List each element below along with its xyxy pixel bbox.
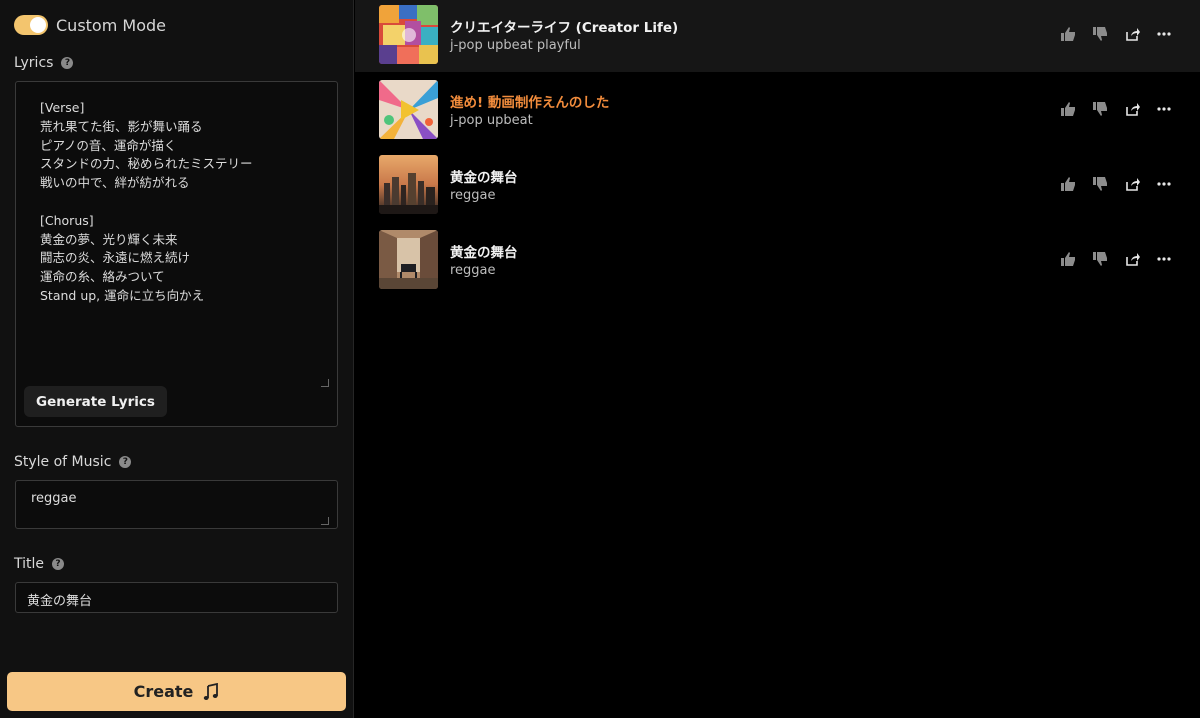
song-title[interactable]: クリエイターライフ (Creator Life) xyxy=(450,16,678,36)
song-cover-image[interactable] xyxy=(379,230,438,289)
resize-handle-icon[interactable] xyxy=(321,379,329,387)
thumbs-down-icon[interactable] xyxy=(1092,26,1108,42)
song-actions xyxy=(1060,26,1172,42)
song-tags[interactable]: reggae xyxy=(450,188,496,203)
resize-handle-icon[interactable] xyxy=(321,517,329,525)
more-options-icon[interactable] xyxy=(1156,26,1172,42)
help-icon[interactable]: ? xyxy=(61,57,74,69)
song-cover-image[interactable] xyxy=(379,5,438,64)
thumbs-up-icon[interactable] xyxy=(1060,251,1076,267)
custom-mode-row[interactable]: Custom Mode xyxy=(14,13,166,37)
create-panel: Custom Mode Lyrics ? [Verse] 荒れ果てた街、影が舞い… xyxy=(0,0,354,718)
song-cover-image[interactable] xyxy=(379,80,438,139)
song-actions xyxy=(1060,101,1172,117)
song-tags[interactable]: j-pop upbeat playful xyxy=(450,38,581,53)
song-cover-image[interactable] xyxy=(379,155,438,214)
share-icon[interactable] xyxy=(1124,26,1140,42)
song-title[interactable]: 黄金の舞台 xyxy=(450,166,518,186)
more-options-icon[interactable] xyxy=(1156,101,1172,117)
song-tags[interactable]: j-pop upbeat xyxy=(450,113,533,128)
help-icon[interactable]: ? xyxy=(119,456,132,468)
song-list: クリエイターライフ (Creator Life) j-pop upbeat pl… xyxy=(355,0,1200,718)
thumbs-down-icon[interactable] xyxy=(1092,176,1108,192)
title-input[interactable]: 黄金の舞台 xyxy=(15,582,338,613)
style-label: Style of Music xyxy=(14,454,112,470)
thumbs-down-icon[interactable] xyxy=(1092,101,1108,117)
thumbs-up-icon[interactable] xyxy=(1060,176,1076,192)
title-label-row: Title ? xyxy=(14,556,65,572)
song-title[interactable]: 黄金の舞台 xyxy=(450,241,518,261)
thumbs-up-icon[interactable] xyxy=(1060,26,1076,42)
help-icon[interactable]: ? xyxy=(52,558,65,570)
song-tags[interactable]: reggae xyxy=(450,263,496,278)
lyrics-label: Lyrics xyxy=(14,55,54,71)
thumbs-up-icon[interactable] xyxy=(1060,101,1076,117)
song-actions xyxy=(1060,251,1172,267)
thumbs-down-icon[interactable] xyxy=(1092,251,1108,267)
lyrics-textarea[interactable]: [Verse] 荒れ果てた街、影が舞い踊る ピアノの音、運命が描く スタンドの力… xyxy=(15,81,338,427)
custom-mode-toggle[interactable] xyxy=(14,15,48,35)
song-row[interactable]: クリエイターライフ (Creator Life) j-pop upbeat pl… xyxy=(355,0,1200,72)
music-note-icon xyxy=(204,682,219,700)
toggle-knob xyxy=(30,17,46,33)
song-title[interactable]: 進め! 動画制作えんのした xyxy=(450,91,609,111)
lyrics-label-row: Lyrics ? xyxy=(14,55,74,71)
song-actions xyxy=(1060,176,1172,192)
create-label: Create xyxy=(133,682,194,701)
create-button[interactable]: Create xyxy=(7,672,346,711)
title-label: Title xyxy=(14,556,45,572)
style-of-music-input[interactable]: reggae xyxy=(15,480,338,529)
title-value: 黄金の舞台 xyxy=(27,594,93,609)
lyrics-text[interactable]: [Verse] 荒れ果てた街、影が舞い踊る ピアノの音、運命が描く スタンドの力… xyxy=(40,99,325,387)
style-label-row: Style of Music ? xyxy=(14,454,132,470)
song-row[interactable]: 進め! 動画制作えんのした j-pop upbeat xyxy=(355,75,1200,147)
share-icon[interactable] xyxy=(1124,251,1140,267)
custom-mode-label: Custom Mode xyxy=(56,15,166,35)
song-row[interactable]: 黄金の舞台 reggae xyxy=(355,225,1200,297)
more-options-icon[interactable] xyxy=(1156,251,1172,267)
generate-lyrics-button[interactable]: Generate Lyrics xyxy=(24,386,167,417)
song-row[interactable]: 黄金の舞台 reggae xyxy=(355,150,1200,222)
more-options-icon[interactable] xyxy=(1156,176,1172,192)
share-icon[interactable] xyxy=(1124,101,1140,117)
style-value: reggae xyxy=(31,491,77,506)
share-icon[interactable] xyxy=(1124,176,1140,192)
